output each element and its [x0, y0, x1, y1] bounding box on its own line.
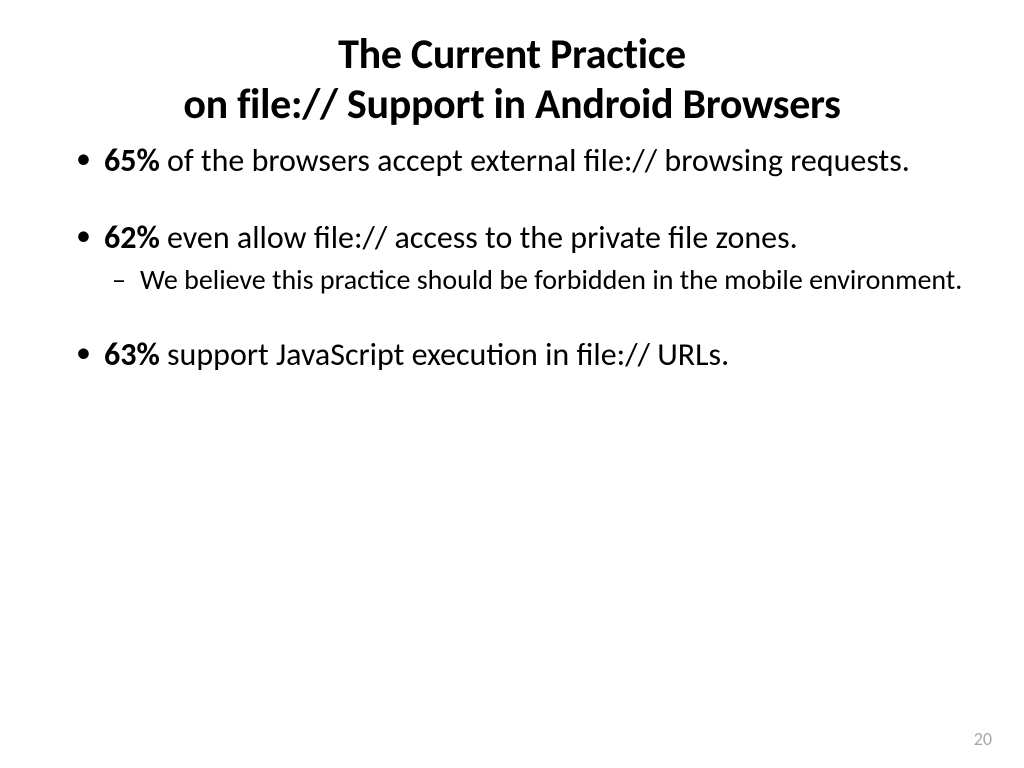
slide-title: The Current Practice on file:// Support … — [50, 30, 974, 129]
bullet-item: 62% even allow file:// access to the pri… — [68, 218, 974, 297]
bullet-text: even allow file:// access to the private… — [160, 218, 798, 257]
title-line-1: The Current Practice — [338, 29, 686, 80]
bullet-item: 63% support JavaScript execution in file… — [68, 335, 974, 374]
stat-value: 62% — [104, 218, 160, 257]
sub-bullet-text: We believe this practice should be forbi… — [140, 262, 962, 297]
slide-content: 65% of the browsers accept external file… — [50, 141, 974, 374]
bullet-text: of the browsers accept external file:// … — [160, 141, 910, 180]
bullet-text: support JavaScript execution in file:// … — [160, 335, 729, 374]
slide: The Current Practice on file:// Support … — [0, 0, 1024, 768]
sub-bullet-item: We believe this practice should be forbi… — [104, 263, 974, 297]
bullet-list: 65% of the browsers accept external file… — [68, 141, 974, 374]
stat-value: 65% — [104, 141, 160, 180]
sub-bullet-list: We believe this practice should be forbi… — [104, 263, 974, 297]
bullet-item: 65% of the browsers accept external file… — [68, 141, 974, 180]
title-line-2: on file:// Support in Android Browsers — [183, 79, 840, 130]
stat-value: 63% — [104, 335, 160, 374]
page-number: 20 — [974, 728, 992, 750]
